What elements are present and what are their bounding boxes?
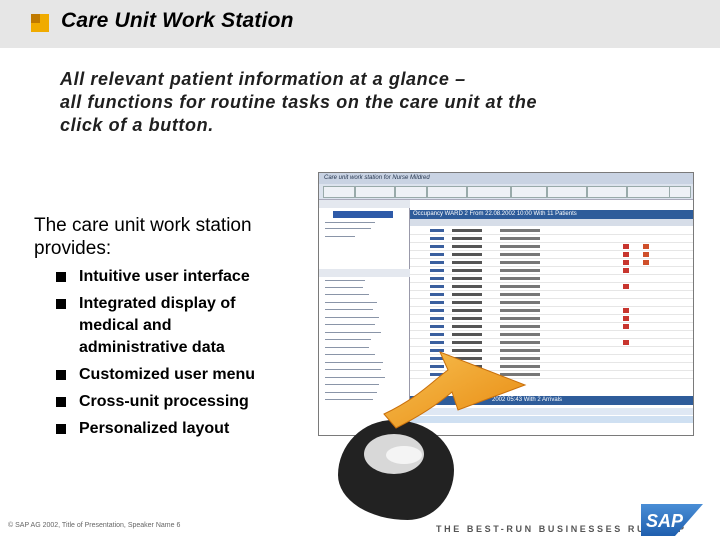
svg-text:SAP: SAP: [646, 511, 684, 531]
sap-logo: SAP: [641, 504, 703, 536]
arrow-shape: [383, 351, 527, 429]
footer-copyright: © SAP AG 2002, Title of Presentation, Sp…: [8, 522, 181, 529]
pointer-arrow: [383, 351, 527, 429]
